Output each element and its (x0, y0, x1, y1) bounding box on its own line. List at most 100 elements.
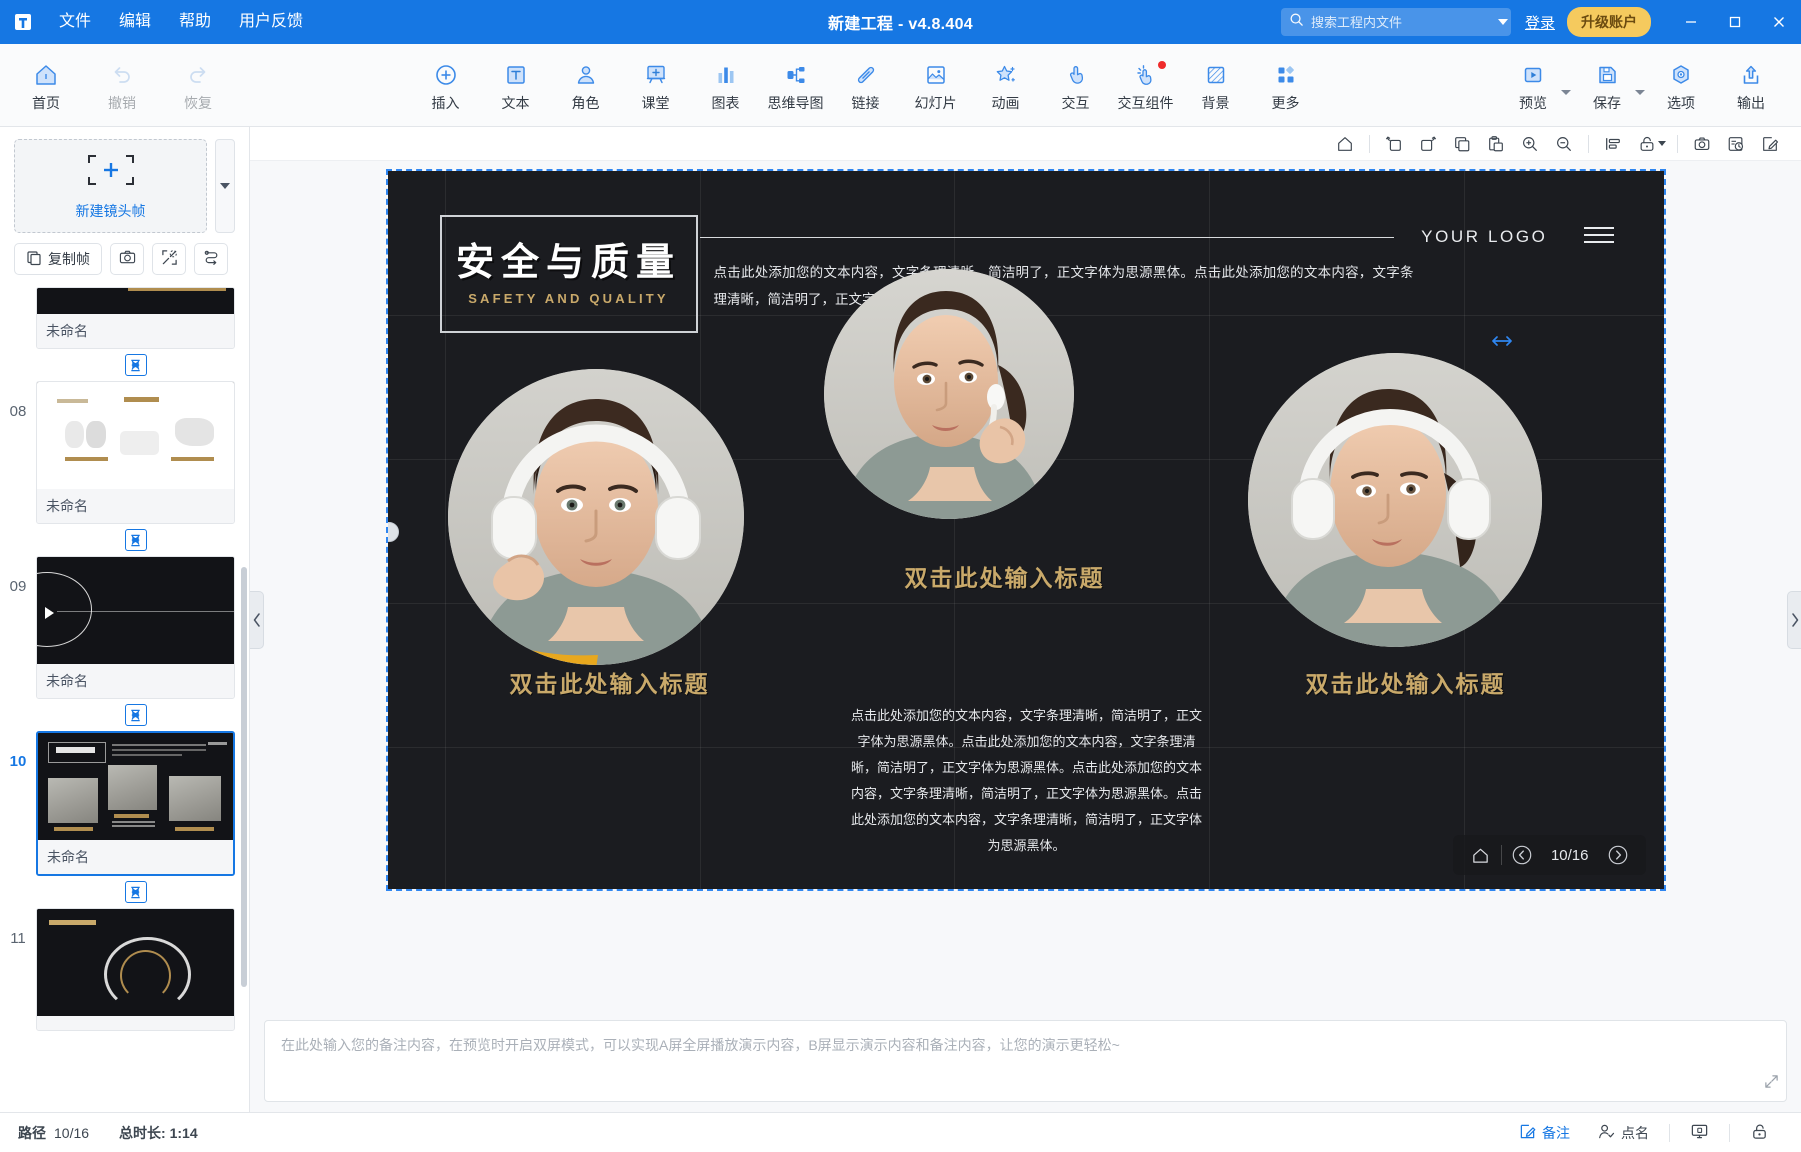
camera-shot-icon[interactable] (1685, 130, 1719, 158)
slide-list-item-selected[interactable]: 10 未命名 (0, 731, 235, 876)
align-icon[interactable] (1596, 130, 1630, 158)
hamburger-menu-icon[interactable] (1583, 227, 1614, 243)
paste-icon[interactable] (1479, 130, 1513, 158)
slide-transition-marker[interactable] (0, 349, 235, 381)
search-input[interactable] (1310, 14, 1487, 30)
tool-export[interactable]: 输出 (1717, 49, 1785, 121)
lock-dropdown-icon[interactable] (1658, 141, 1666, 146)
tool-interaction[interactable]: 交互 (1042, 49, 1110, 121)
menu-file[interactable]: 文件 (46, 7, 104, 36)
horizontal-resize-icon[interactable] (1491, 333, 1512, 353)
zoom-in-icon[interactable] (1513, 130, 1547, 158)
hourglass-transition-icon[interactable] (124, 529, 147, 551)
minimize-icon[interactable] (1669, 0, 1713, 44)
slide-right-caption[interactable]: 双击此处输入标题 (1306, 665, 1506, 699)
capture-camera-button[interactable] (110, 243, 144, 275)
chevron-down-icon[interactable] (215, 139, 235, 233)
tool-home[interactable]: 首页 (12, 49, 80, 121)
chevron-right-circle-icon[interactable] (1598, 835, 1638, 875)
slide-thumbnail-list[interactable]: 未命名 08 未命名 09 未命名 10 未命名 11 (0, 287, 249, 1112)
slide-transition-marker[interactable] (0, 876, 235, 908)
slide-list-item[interactable]: 未命名 (0, 287, 235, 349)
slide-thumbnail-card[interactable]: 未命名 (36, 731, 235, 876)
slide-center-title[interactable]: 双击此处输入标题 (905, 559, 1105, 593)
login-link[interactable]: 登录 (1525, 12, 1555, 33)
tool-save[interactable]: 保存 (1573, 49, 1641, 121)
tool-insert[interactable]: 插入 (412, 49, 480, 121)
tool-character[interactable]: 角色 (552, 49, 620, 121)
copy-icon[interactable] (1445, 130, 1479, 158)
slide-transition-marker[interactable] (0, 699, 235, 731)
maximize-icon[interactable] (1713, 0, 1757, 44)
menu-edit[interactable]: 编辑 (106, 7, 164, 36)
canvas-left-handle[interactable] (387, 522, 399, 542)
reorder-flow-button[interactable] (194, 243, 228, 275)
slide-thumbnail-card[interactable]: 未命名 (36, 556, 235, 699)
tool-background[interactable]: 背景 (1182, 49, 1250, 121)
menu-feedback[interactable]: 用户反馈 (226, 7, 316, 36)
slides-scrollbar[interactable] (241, 567, 247, 987)
tool-interactive-components[interactable]: 交互组件 (1112, 49, 1180, 121)
hourglass-transition-icon[interactable] (124, 704, 147, 726)
photo-left[interactable] (447, 369, 744, 665)
tool-link[interactable]: 链接 (832, 49, 900, 121)
home-outline-icon[interactable] (1461, 835, 1501, 875)
slide-caption[interactable]: 未命名 (37, 664, 234, 698)
tool-mindmap[interactable]: 思维导图 (762, 49, 830, 121)
slide-title-block[interactable]: 安全与质量 SAFETY AND QUALITY (439, 215, 698, 333)
status-notes-button[interactable]: 备注 (1505, 1123, 1584, 1143)
hourglass-transition-icon[interactable] (124, 881, 147, 903)
fit-frame-button[interactable] (152, 243, 186, 275)
tool-options[interactable]: 选项 (1647, 49, 1715, 121)
tool-save-group[interactable]: 保存 (1573, 49, 1645, 121)
slide-logo-text[interactable]: YOUR LOGO (1421, 227, 1547, 247)
search-dropdown-icon[interactable] (1497, 19, 1508, 25)
tool-animation[interactable]: 动画 (972, 49, 1040, 121)
new-camera-frame-button[interactable]: 新建镜头帧 (14, 139, 207, 233)
slide-thumbnail-card[interactable]: 未命名 (36, 287, 235, 349)
tool-classroom[interactable]: 课堂 (622, 49, 690, 121)
tool-redo[interactable]: 恢复 (164, 49, 232, 121)
collapse-right-panel-handle[interactable] (1787, 590, 1801, 649)
tool-text[interactable]: 文本 (482, 49, 550, 121)
menu-help[interactable]: 帮助 (166, 7, 224, 36)
slide-list-item[interactable]: 08 未命名 (0, 381, 235, 524)
slide-transition-marker[interactable] (0, 524, 235, 556)
collapse-left-panel-handle[interactable] (250, 590, 264, 649)
close-icon[interactable] (1757, 0, 1801, 44)
rotate-right-icon[interactable] (1411, 130, 1445, 158)
search-box[interactable] (1280, 8, 1511, 36)
slide-left-caption[interactable]: 双击此处输入标题 (510, 665, 710, 699)
tool-undo[interactable]: 撤销 (88, 49, 156, 121)
slide-canvas[interactable]: 安全与质量 SAFETY AND QUALITY 点击此处添加您的文本内容，文字… (385, 169, 1666, 891)
status-presenter-screen-button[interactable] (1676, 1122, 1723, 1144)
chevron-left-circle-icon[interactable] (1502, 835, 1542, 875)
tool-slideshow[interactable]: 幻灯片 (902, 49, 970, 121)
slide-caption[interactable]: 未命名 (37, 489, 234, 523)
photo-right[interactable] (1247, 353, 1542, 647)
slide-caption[interactable] (37, 1016, 234, 1030)
tool-more[interactable]: 更多 (1252, 49, 1320, 121)
slide-header-paragraph[interactable]: 点击此处添加您的文本内容，文字条理清晰，简洁明了，正文字体为思源黑体。点击此处添… (714, 259, 1414, 313)
edit-note-icon[interactable] (1753, 130, 1787, 158)
rotate-left-icon[interactable] (1377, 130, 1411, 158)
tool-chart[interactable]: 图表 (692, 49, 760, 121)
resize-corner-icon[interactable] (1764, 1074, 1779, 1094)
photo-center[interactable] (823, 269, 1074, 519)
tool-preview[interactable]: 预览 (1499, 49, 1567, 121)
status-rollcall-button[interactable]: 点名 (1584, 1123, 1663, 1143)
slide-thumbnail-card[interactable] (36, 908, 235, 1031)
slide-caption[interactable]: 未命名 (38, 840, 233, 874)
history-icon[interactable] (1719, 130, 1753, 158)
status-lock-button[interactable] (1736, 1122, 1783, 1144)
slide-list-item[interactable]: 09 未命名 (0, 556, 235, 699)
slide-thumbnail-card[interactable]: 未命名 (36, 381, 235, 524)
hourglass-transition-icon[interactable] (124, 354, 147, 376)
canvas-stage-area[interactable]: 安全与质量 SAFETY AND QUALITY 点击此处添加您的文本内容，文字… (250, 161, 1801, 1014)
canvas-page-navigator[interactable]: 10/16 (1452, 835, 1646, 875)
slide-caption[interactable]: 未命名 (37, 314, 234, 348)
notes-placeholder[interactable]: 在此处输入您的备注内容，在预览时开启双屏模式，可以实现A屏全屏播放演示内容，B屏… (264, 1020, 1787, 1102)
copy-frame-button[interactable]: 复制帧 (14, 243, 102, 275)
home-outline-icon[interactable] (1328, 130, 1362, 158)
zoom-out-icon[interactable] (1547, 130, 1581, 158)
